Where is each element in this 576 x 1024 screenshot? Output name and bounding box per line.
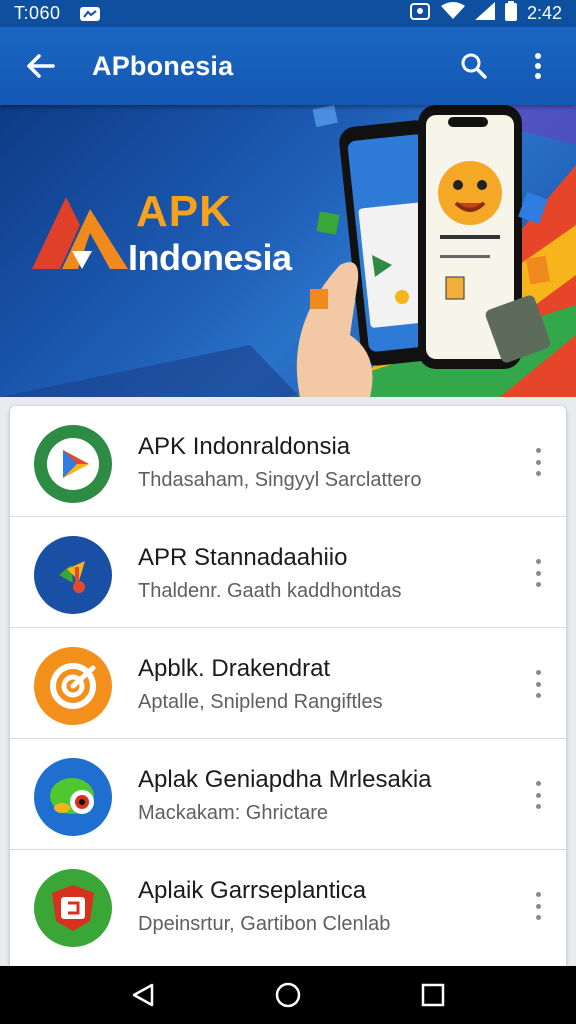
list-item[interactable]: APK Indonraldonsia Thdasaham, Singyyl Sa… bbox=[10, 406, 566, 517]
app-name: APK Indonraldonsia bbox=[138, 433, 351, 460]
apk-indonesia-logo bbox=[32, 197, 128, 269]
search-icon[interactable] bbox=[456, 48, 492, 84]
arrow-left-icon[interactable] bbox=[20, 46, 60, 86]
play-triangle-icon bbox=[34, 425, 112, 503]
app-name: Apblk. Drakendrat bbox=[138, 655, 331, 682]
signal-icon bbox=[474, 2, 495, 25]
list-item[interactable]: Aplak Geniapdha Mrlesakia Mackakam: Ghri… bbox=[10, 739, 566, 850]
app-name: APR Stannadaahiio bbox=[138, 544, 348, 571]
app-bar: APbonesia bbox=[0, 27, 576, 105]
battery-icon bbox=[504, 1, 517, 26]
target-arrow-icon bbox=[34, 647, 112, 725]
recents-square-icon[interactable] bbox=[413, 975, 453, 1015]
back-triangle-icon[interactable] bbox=[123, 975, 163, 1015]
joystick-icon bbox=[34, 536, 112, 614]
app-subtitle: Dpeinsrtur, Gartibon Clenlab bbox=[138, 913, 391, 935]
app-subtitle: Mackakam: Ghrictare bbox=[138, 802, 329, 824]
list-item[interactable]: Apblk. Drakendrat Aptalle, Sniplend Rang… bbox=[10, 628, 566, 739]
promo-banner[interactable]: APK Indonesia bbox=[0, 105, 576, 397]
app-subtitle: Thdasaham, Singyyl Sarclattero bbox=[138, 469, 422, 491]
home-circle-icon[interactable] bbox=[268, 975, 308, 1015]
alarm-icon bbox=[409, 1, 431, 26]
app-subtitle: Thaldenr. Gaath kaddhontdas bbox=[138, 580, 402, 602]
more-vert-icon[interactable] bbox=[520, 48, 556, 84]
list-item[interactable]: Aplaik Garrseplantica Dpeinsrtur, Gartib… bbox=[10, 850, 566, 961]
app-list: APK Indonraldonsia Thdasaham, Singyyl Sa… bbox=[10, 406, 566, 966]
banner-title-indonesia: Indonesia bbox=[128, 237, 292, 278]
status-time-right: 2:42 bbox=[526, 3, 562, 23]
wifi-icon bbox=[440, 2, 465, 25]
app-title: APbonesia bbox=[92, 50, 234, 81]
more-vert-icon[interactable] bbox=[528, 559, 548, 587]
more-vert-icon[interactable] bbox=[528, 670, 548, 698]
system-nav-bar bbox=[0, 966, 576, 1024]
more-vert-icon[interactable] bbox=[528, 781, 548, 809]
status-bar: T:060 2:42 bbox=[0, 0, 576, 27]
banner-title-apk: APK bbox=[136, 187, 232, 236]
shield-app-icon bbox=[34, 869, 112, 947]
more-vert-icon[interactable] bbox=[528, 892, 548, 920]
more-vert-icon[interactable] bbox=[528, 448, 548, 476]
app-subtitle: Aptalle, Sniplend Rangiftles bbox=[138, 691, 383, 713]
app-name: Aplaik Garrseplantica bbox=[138, 877, 367, 904]
frog-game-icon bbox=[34, 758, 112, 836]
app-name: Aplak Geniapdha Mrlesakia bbox=[138, 766, 432, 793]
notification-icon bbox=[79, 5, 101, 23]
status-time-left: T:060 bbox=[14, 3, 61, 23]
list-item[interactable]: APR Stannadaahiio Thaldenr. Gaath kaddho… bbox=[10, 517, 566, 628]
